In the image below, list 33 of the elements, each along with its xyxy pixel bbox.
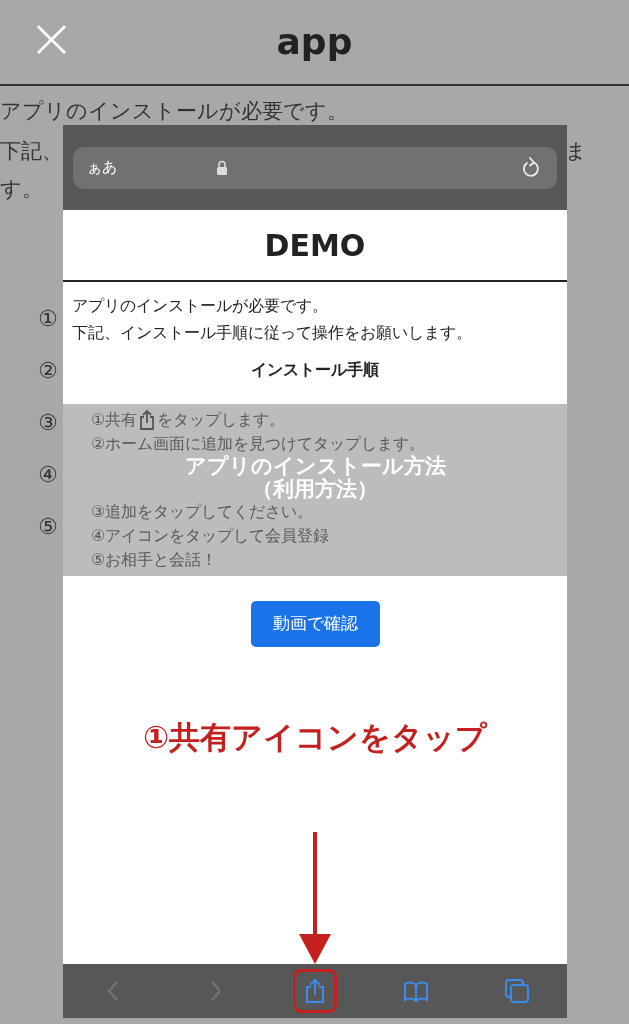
step-text: ①共有: [91, 409, 138, 431]
video-button[interactable]: 動画で確認: [250, 601, 380, 647]
address-bar[interactable]: ぁあ: [73, 146, 557, 189]
reload-icon[interactable]: [521, 156, 541, 179]
step-text: ③追加をタップしてください。: [91, 501, 315, 523]
tabs-icon: [502, 977, 531, 1005]
instruction-text: ①共有アイコンをタップ: [142, 718, 488, 757]
intro-text: 下記、インストール手順に従って操作をお願いします。: [72, 322, 473, 344]
step-number: ②: [38, 358, 59, 384]
step-text: ④アイコンをタップして会員登録: [91, 525, 331, 547]
text-size-button[interactable]: ぁあ: [87, 156, 117, 179]
overlay-title: アプリのインストール方法: [184, 455, 446, 478]
step-number: ①: [38, 306, 59, 332]
step-number: ③: [38, 410, 59, 436]
site-title: DEMO: [264, 226, 366, 265]
intro-text: アプリのインストールが必要です。: [72, 295, 329, 317]
background-text: アプリのインストールが必要です。: [0, 98, 349, 124]
arrow-icon: [297, 832, 333, 964]
lock-icon: [216, 160, 228, 175]
forward-icon: [208, 981, 221, 1001]
back-icon: [107, 981, 120, 1001]
background-text: 下記、: [0, 138, 63, 165]
share-button[interactable]: [293, 969, 337, 1013]
overlay-title: （利用方法）: [252, 478, 378, 501]
background-text: す。: [0, 176, 44, 203]
step-number: ⑤: [38, 514, 59, 540]
background-text: ま: [565, 138, 587, 165]
step-text: をタップします。: [157, 409, 286, 431]
app-title: app: [276, 21, 353, 62]
step-number: ④: [38, 462, 59, 488]
step-text: ②ホーム画面に追加を見つけてタップします。: [91, 433, 427, 454]
step-text: ⑤お相手と会話！: [91, 549, 219, 571]
steps-heading: インストール手順: [251, 360, 379, 379]
